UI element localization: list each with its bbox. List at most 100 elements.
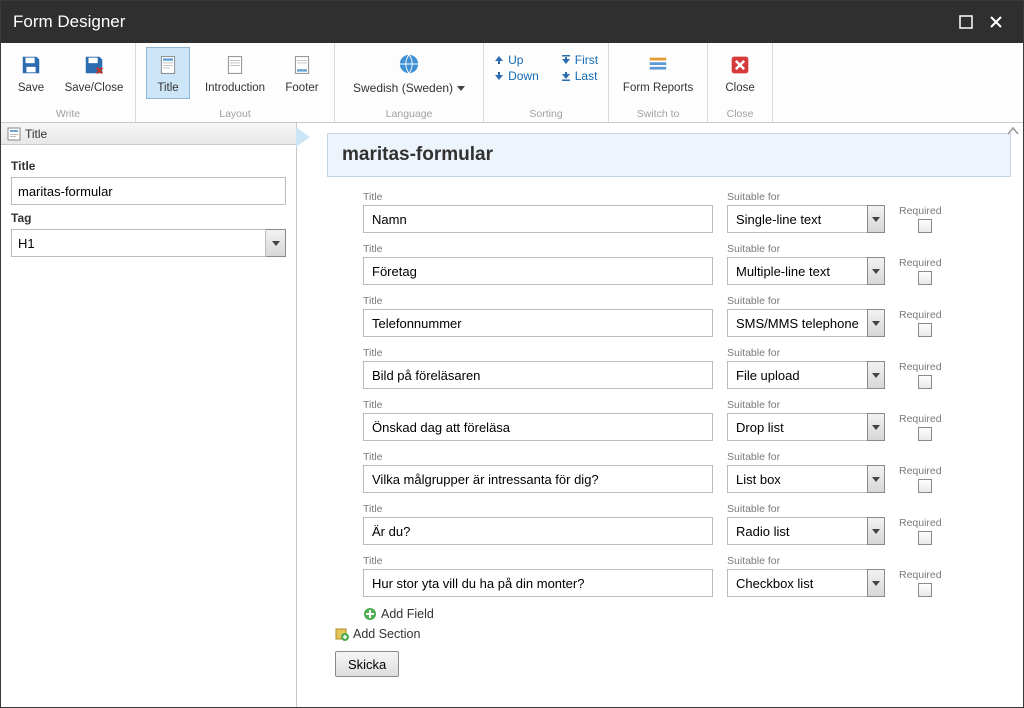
field-row[interactable]: TitleSuitable forDrop listRequired bbox=[363, 399, 1011, 441]
arrow-first-icon bbox=[561, 55, 571, 65]
field-required-label: Required bbox=[899, 465, 951, 477]
close-app-icon bbox=[727, 52, 753, 78]
field-title-input[interactable] bbox=[363, 465, 713, 493]
field-title-input[interactable] bbox=[363, 205, 713, 233]
field-row[interactable]: TitleSuitable forCheckbox listRequired bbox=[363, 555, 1011, 597]
field-title-input[interactable] bbox=[363, 569, 713, 597]
maximize-icon bbox=[959, 15, 973, 29]
field-required-label: Required bbox=[899, 569, 951, 581]
form-canvas: maritas-formular Title Suitable for Single… bbox=[297, 123, 1023, 707]
field-row[interactable]: Title Suitable for File upload Required bbox=[363, 347, 1011, 389]
ribbon-group-switch: Form Reports Switch to bbox=[609, 43, 708, 122]
form-reports-button[interactable]: Form Reports bbox=[619, 47, 697, 99]
move-last-button[interactable]: Last bbox=[561, 69, 598, 83]
field-required-label: Required bbox=[899, 205, 951, 217]
introduction-button[interactable]: Introduction bbox=[202, 47, 268, 99]
caret-down-icon bbox=[272, 241, 280, 246]
window-close-button[interactable] bbox=[981, 7, 1011, 37]
field-type-label: Suitable for bbox=[727, 347, 885, 359]
ribbon-group-write: Save Save/Close Write bbox=[1, 43, 136, 122]
required-checkbox[interactable] bbox=[918, 427, 932, 441]
required-checkbox[interactable] bbox=[918, 271, 932, 285]
field-row[interactable]: TitleSuitable forList boxRequired bbox=[363, 451, 1011, 493]
required-checkbox[interactable] bbox=[918, 583, 932, 597]
field-type-label: Suitable for bbox=[727, 399, 885, 411]
field-type-label: Suitable for bbox=[727, 451, 885, 463]
field-type-select[interactable]: Radio list bbox=[727, 517, 885, 545]
document-title-icon bbox=[155, 52, 181, 78]
field-type-select[interactable]: Checkbox list bbox=[727, 569, 885, 597]
save-button[interactable]: Save bbox=[11, 47, 51, 99]
required-checkbox[interactable] bbox=[918, 323, 932, 337]
language-dropdown[interactable]: Swedish (Sweden) bbox=[345, 47, 473, 99]
field-row[interactable]: TitleSuitable forSingle-line textRequire… bbox=[363, 191, 1011, 233]
add-field-button[interactable]: Add Field bbox=[363, 607, 1011, 621]
field-title-label: Title bbox=[363, 555, 713, 567]
caret-down-icon bbox=[872, 477, 880, 482]
document-intro-icon bbox=[222, 52, 248, 78]
field-title-input[interactable] bbox=[363, 517, 713, 545]
ribbon-group-layout: Title Introduction Footer Layout bbox=[136, 43, 335, 122]
field-title-label: Title bbox=[363, 295, 713, 307]
close-button[interactable]: Close bbox=[718, 47, 762, 99]
field-row[interactable]: TitleSuitable forSMS/MMS telephoneRequir… bbox=[363, 295, 1011, 337]
field-type-select[interactable]: Single-line text bbox=[727, 205, 885, 233]
field-type-label: Suitable for bbox=[727, 295, 885, 307]
sidebar-tab-title[interactable]: Title bbox=[1, 123, 296, 145]
globe-icon bbox=[396, 51, 422, 77]
field-type-select[interactable]: Multiple-line text bbox=[727, 257, 885, 285]
field-row[interactable]: TitleSuitable forMultiple-line textRequi… bbox=[363, 243, 1011, 285]
field-type-caret[interactable] bbox=[867, 205, 885, 233]
chevron-up-icon bbox=[1007, 126, 1019, 136]
form-icon bbox=[7, 127, 21, 141]
field-type-select[interactable]: File upload bbox=[727, 361, 885, 389]
window-maximize-button[interactable] bbox=[951, 7, 981, 37]
required-checkbox[interactable] bbox=[918, 531, 932, 545]
move-first-button[interactable]: First bbox=[561, 53, 598, 67]
field-type-caret[interactable] bbox=[867, 517, 885, 545]
field-type-caret[interactable] bbox=[867, 569, 885, 597]
document-footer-icon bbox=[289, 52, 315, 78]
add-section-button[interactable]: Add Section bbox=[335, 627, 1011, 641]
required-checkbox[interactable] bbox=[918, 219, 932, 233]
field-required-label: Required bbox=[899, 361, 951, 373]
field-row[interactable]: TitleSuitable forRadio listRequired bbox=[363, 503, 1011, 545]
move-up-button[interactable]: Up bbox=[494, 53, 539, 67]
field-type-caret[interactable] bbox=[867, 257, 885, 285]
field-title-label: Title bbox=[363, 399, 713, 411]
arrow-down-icon bbox=[494, 71, 504, 81]
field-title-input[interactable] bbox=[363, 361, 713, 389]
required-checkbox[interactable] bbox=[918, 375, 932, 389]
field-type-select[interactable]: List box bbox=[727, 465, 885, 493]
field-type-caret[interactable] bbox=[867, 465, 885, 493]
fields-list: Title Suitable for Single-line text Require… bbox=[327, 177, 1011, 677]
tag-select[interactable]: H1 bbox=[11, 229, 286, 257]
title-field-label: Title bbox=[11, 159, 286, 173]
close-icon bbox=[989, 15, 1003, 29]
footer-button[interactable]: Footer bbox=[280, 47, 324, 99]
required-checkbox[interactable] bbox=[918, 479, 932, 493]
save-close-button[interactable]: Save/Close bbox=[63, 47, 125, 99]
caret-down-icon bbox=[457, 86, 465, 91]
title-input[interactable] bbox=[11, 177, 286, 205]
field-type-caret[interactable] bbox=[867, 361, 885, 389]
field-title-label: Title bbox=[363, 347, 713, 359]
form-title-bar[interactable]: maritas-formular bbox=[327, 133, 1011, 177]
field-title-input[interactable] bbox=[363, 413, 713, 441]
collapse-ribbon-button[interactable] bbox=[1007, 125, 1019, 139]
submit-button[interactable]: Skicka bbox=[335, 651, 399, 677]
field-type-caret[interactable] bbox=[867, 309, 885, 337]
tag-select-caret[interactable] bbox=[266, 229, 286, 257]
move-down-button[interactable]: Down bbox=[494, 69, 539, 83]
field-type-select[interactable]: Drop list bbox=[727, 413, 885, 441]
caret-down-icon bbox=[872, 425, 880, 430]
field-type-label: Suitable for bbox=[727, 503, 885, 515]
field-title-input[interactable] bbox=[363, 257, 713, 285]
properties-sidebar: Title Title Tag H1 bbox=[1, 123, 297, 707]
field-title-input[interactable] bbox=[363, 309, 713, 337]
field-type-caret[interactable] bbox=[867, 413, 885, 441]
ribbon-group-language: Swedish (Sweden) Language bbox=[335, 43, 484, 122]
field-required-label: Required bbox=[899, 517, 951, 529]
field-type-select[interactable]: SMS/MMS telephone bbox=[727, 309, 885, 337]
title-button[interactable]: Title bbox=[146, 47, 190, 99]
